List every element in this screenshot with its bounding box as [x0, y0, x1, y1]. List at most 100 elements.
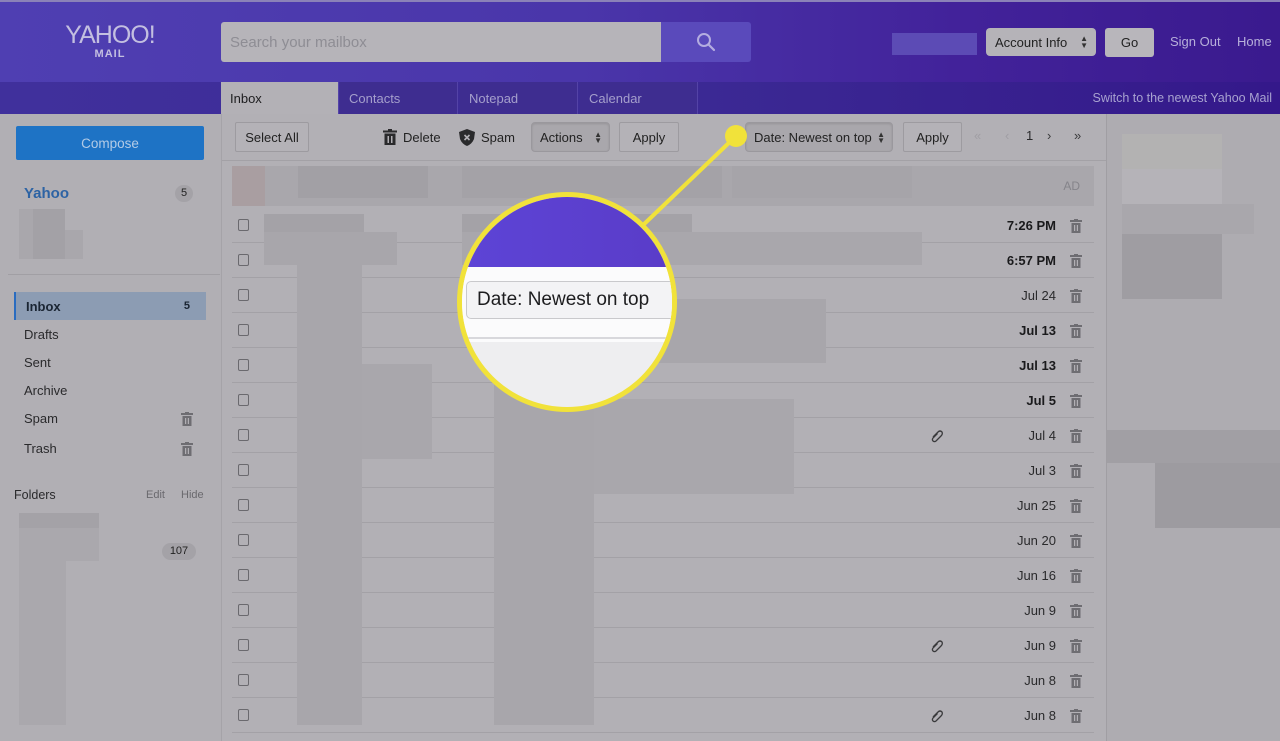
message-checkbox[interactable] — [238, 534, 249, 546]
yahoo-mail-logo[interactable]: YAHOO! MAIL — [60, 22, 160, 60]
message-checkbox[interactable] — [238, 709, 249, 721]
message-checkbox[interactable] — [238, 464, 249, 476]
account-name[interactable]: Yahoo — [24, 185, 69, 202]
actions-label: Actions — [540, 129, 583, 145]
message-checkbox[interactable] — [238, 324, 249, 336]
redacted-block — [297, 265, 362, 725]
empty-trash-icon[interactable] — [181, 442, 193, 456]
sign-out-link[interactable]: Sign Out — [1170, 34, 1221, 49]
sidebar-item-label: Trash — [24, 441, 57, 456]
account-info-select[interactable]: Account Info ▲ ▼ — [986, 28, 1096, 56]
search-icon — [697, 33, 716, 52]
folders-edit-link[interactable]: Edit — [146, 489, 165, 501]
redacted-folder — [19, 528, 99, 561]
last-page-icon[interactable]: » — [1074, 128, 1081, 143]
redacted-folder — [19, 513, 99, 528]
home-link[interactable]: Home — [1237, 34, 1272, 49]
delete-message-icon[interactable] — [1070, 324, 1082, 338]
select-arrows-icon: ▲ ▼ — [594, 130, 602, 145]
sidebar-item-inbox[interactable]: Inbox 5 — [14, 292, 206, 320]
redacted-block — [1122, 134, 1222, 169]
delete-message-icon[interactable] — [1070, 639, 1082, 653]
message-checkbox[interactable] — [238, 359, 249, 371]
ad-thumbnail — [232, 166, 265, 206]
message-date: 6:57 PM — [1006, 253, 1056, 268]
delete-message-icon[interactable] — [1070, 394, 1082, 408]
delete-message-icon[interactable] — [1070, 289, 1082, 303]
delete-message-icon[interactable] — [1070, 569, 1082, 583]
message-checkbox[interactable] — [238, 569, 249, 581]
select-all-button[interactable]: Select All — [235, 122, 309, 152]
sidebar-item-label: Archive — [24, 383, 68, 398]
apply-actions-button[interactable]: Apply — [619, 122, 679, 152]
message-checkbox[interactable] — [238, 604, 249, 616]
redacted-block — [33, 209, 65, 259]
message-checkbox[interactable] — [238, 639, 249, 651]
magnified-header — [462, 197, 672, 267]
delete-message-icon[interactable] — [1070, 254, 1082, 268]
delete-message-icon[interactable] — [1070, 464, 1082, 478]
magnified-divider — [462, 337, 672, 339]
sort-label: Date: Newest on top — [754, 129, 872, 145]
sidebar-item-sent[interactable]: Sent — [14, 348, 206, 376]
delete-message-icon[interactable] — [1070, 219, 1082, 233]
message-date: Jun 8 — [1024, 708, 1056, 723]
folders-heading: Folders — [14, 488, 56, 502]
delete-button[interactable]: Delete — [383, 129, 441, 145]
tab-bar: Inbox Contacts Notepad Calendar — [0, 82, 1280, 115]
message-checkbox[interactable] — [238, 289, 249, 301]
tab-contacts[interactable]: Contacts — [340, 82, 458, 114]
delete-message-icon[interactable] — [1070, 534, 1082, 548]
apply-sort-button[interactable]: Apply — [903, 122, 962, 152]
search-button[interactable] — [661, 22, 751, 62]
message-checkbox[interactable] — [238, 674, 249, 686]
redacted-block — [264, 214, 364, 232]
logo-sub: MAIL — [94, 48, 126, 60]
actions-select[interactable]: Actions ▲ ▼ — [531, 122, 610, 152]
account-unread-badge: 5 — [175, 185, 193, 202]
tab-calendar[interactable]: Calendar — [580, 82, 698, 114]
switch-newest-mail-link[interactable]: Switch to the newest Yahoo Mail — [1093, 91, 1273, 105]
message-date: Jul 5 — [1026, 393, 1056, 408]
message-checkbox[interactable] — [238, 219, 249, 231]
tab-notepad[interactable]: Notepad — [460, 82, 578, 114]
next-page-icon[interactable]: › — [1047, 128, 1051, 143]
message-date: Jun 9 — [1024, 638, 1056, 653]
delete-message-icon[interactable] — [1070, 604, 1082, 618]
message-checkbox[interactable] — [238, 499, 249, 511]
message-date: Jun 25 — [1016, 498, 1056, 513]
search-input[interactable]: Search your mailbox — [221, 22, 661, 62]
sidebar-item-drafts[interactable]: Drafts — [14, 320, 206, 348]
right-ad-column[interactable] — [1106, 114, 1280, 741]
message-toolbar: Select All Delete Spam Actions ▲ ▼ Apply … — [222, 114, 1107, 161]
sidebar-item-spam[interactable]: Spam — [14, 404, 206, 432]
delete-message-icon[interactable] — [1070, 709, 1082, 723]
select-arrows-icon: ▲ ▼ — [877, 130, 885, 145]
sidebar-divider — [8, 274, 220, 275]
message-date: Jul 3 — [1028, 463, 1056, 478]
account-select-label: Account Info — [995, 34, 1068, 50]
delete-message-icon[interactable] — [1070, 499, 1082, 513]
folder-count-badge: 107 — [162, 543, 196, 560]
go-button[interactable]: Go — [1105, 28, 1154, 57]
sidebar-item-trash[interactable]: Trash — [14, 434, 206, 462]
message-checkbox[interactable] — [238, 254, 249, 266]
sidebar-item-archive[interactable]: Archive — [14, 376, 206, 404]
empty-spam-trash-icon[interactable] — [181, 412, 193, 426]
delete-message-icon[interactable] — [1070, 429, 1082, 443]
delete-message-icon[interactable] — [1070, 674, 1082, 688]
folders-hide-link[interactable]: Hide — [181, 489, 204, 501]
message-date: 7:26 PM — [1006, 218, 1056, 233]
shield-x-icon — [459, 129, 475, 146]
message-checkbox[interactable] — [238, 429, 249, 441]
delete-message-icon[interactable] — [1070, 359, 1082, 373]
message-checkbox[interactable] — [238, 394, 249, 406]
callout-magnifier: Date: Newest on top — [457, 192, 677, 412]
message-date: Jun 20 — [1016, 533, 1056, 548]
sort-select[interactable]: Date: Newest on top ▲ ▼ — [745, 122, 893, 152]
tab-inbox[interactable]: Inbox — [221, 82, 339, 115]
compose-button[interactable]: Compose — [16, 126, 204, 160]
spam-label: Spam — [481, 130, 515, 145]
message-date: Jul 13 — [1019, 323, 1056, 338]
spam-button[interactable]: Spam — [459, 129, 515, 146]
